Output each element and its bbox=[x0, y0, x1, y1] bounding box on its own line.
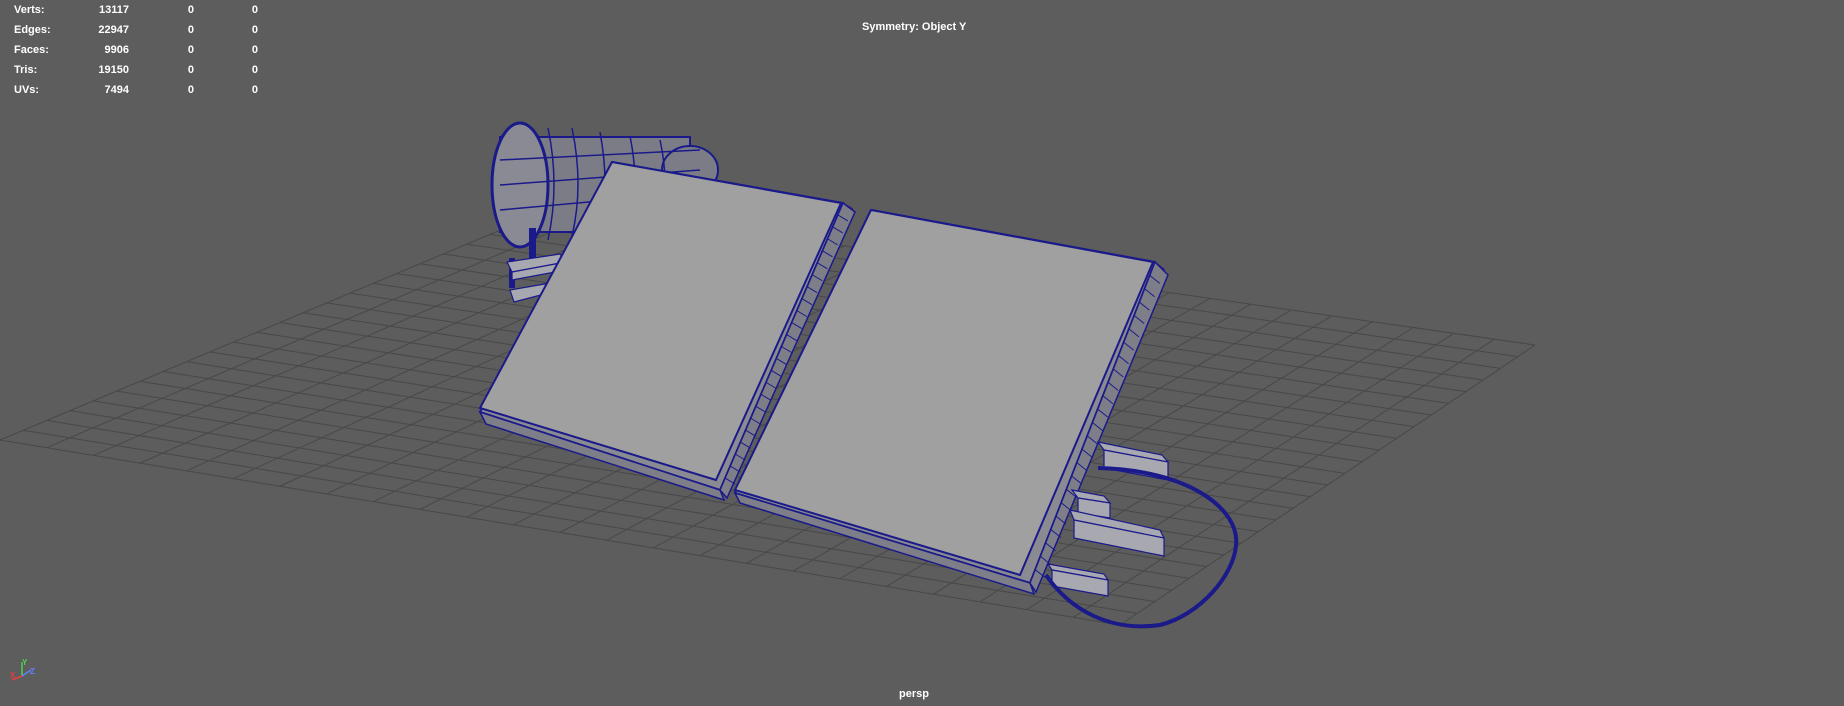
stat-selected: 0 bbox=[187, 24, 194, 36]
stat-label: Verts: bbox=[14, 4, 45, 16]
stat-label: UVs: bbox=[14, 84, 40, 96]
stat-label: Tris: bbox=[14, 64, 38, 76]
grid-line bbox=[1073, 338, 1495, 618]
stat-row: Faces: 9906 0 0 bbox=[0, 40, 270, 60]
axis-z-label: Z bbox=[30, 667, 35, 676]
poly-count-hud: Verts: 13117 0 0 Edges: 22947 0 0 Faces: 9906 0 0 Tr… bbox=[0, 0, 270, 100]
stat-selected: 0 bbox=[187, 84, 194, 96]
stat-selected: 0 bbox=[187, 64, 194, 76]
stat-value: 22947 bbox=[98, 24, 129, 36]
stat-row: Edges: 22947 0 0 bbox=[0, 20, 270, 40]
stat-uv: 0 bbox=[251, 24, 258, 36]
stat-row: Tris: 19150 0 0 bbox=[0, 60, 270, 80]
camera-name: persp bbox=[899, 688, 929, 700]
stat-uv: 0 bbox=[251, 4, 258, 16]
stat-selected: 0 bbox=[187, 44, 194, 56]
stat-label: Edges: bbox=[14, 24, 51, 36]
viewport-3d[interactable]: Verts: 13117 0 0 Edges: 22947 0 0 Faces: 9906 0 0 Tr… bbox=[0, 0, 1844, 706]
stat-value: 19150 bbox=[98, 64, 129, 76]
stat-uv: 0 bbox=[251, 44, 258, 56]
stat-row: Verts: 13117 0 0 bbox=[0, 0, 270, 20]
axis-y-label: Y bbox=[22, 658, 28, 667]
stat-selected: 0 bbox=[187, 4, 194, 16]
scene-canvas[interactable] bbox=[0, 0, 1844, 706]
stat-value: 13117 bbox=[99, 4, 129, 16]
stat-value: 7494 bbox=[104, 84, 129, 96]
stat-uv: 0 bbox=[251, 84, 258, 96]
stat-label: Faces: bbox=[14, 44, 49, 56]
symmetry-status: Symmetry: Object Y bbox=[862, 21, 967, 33]
stat-uv: 0 bbox=[251, 64, 258, 76]
stat-row: UVs: 7494 0 0 bbox=[0, 80, 270, 100]
axis-x-label: X bbox=[10, 671, 16, 680]
stat-value: 9906 bbox=[104, 44, 129, 56]
